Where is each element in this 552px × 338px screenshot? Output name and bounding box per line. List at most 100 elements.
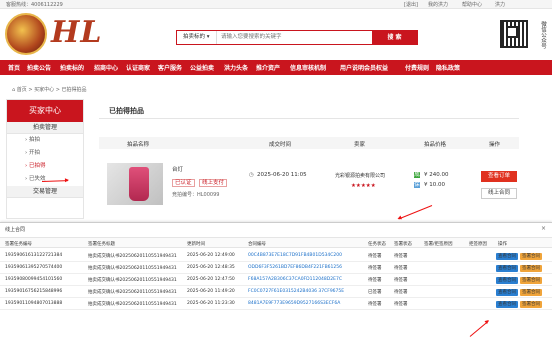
main-nav: 首页 拍卖公告 拍卖标的 招商中心 认证商家 客户服务 公益拍卖 洪力头条 推介… xyxy=(0,60,552,75)
search-category-select[interactable]: 拍卖标的 ▾ xyxy=(177,31,217,44)
close-icon[interactable]: × xyxy=(541,225,546,232)
nav-item-assets[interactable]: 推介资产 xyxy=(256,63,280,72)
contract-number[interactable]: 8481A7E9F773E9659D9527166S3ECF6A xyxy=(248,301,340,306)
sign-contract-button[interactable]: 签署合同 xyxy=(520,289,542,296)
site-logo[interactable]: HL xyxy=(5,11,101,57)
sidebar-item-open[interactable]: › 开拍 xyxy=(7,147,83,160)
task-id: 19359011094807013888 xyxy=(5,301,63,306)
sign-status: 待签署 xyxy=(394,254,408,259)
breadcrumb: ⌂ 首页 > 买家中心 > 已拍得拍品 xyxy=(12,87,87,93)
home-icon: ⌂ xyxy=(12,87,16,93)
deposit-amount: ¥ 10.00 xyxy=(424,182,445,188)
product-image[interactable] xyxy=(107,163,163,205)
clock-icon: ◷ xyxy=(249,172,254,178)
task-title: 拍卖成交确认书20250620110551949431 xyxy=(88,290,177,295)
sidebar-title: 买家中心 xyxy=(7,100,83,122)
contract-row: 19359080099454101560 拍卖成交确认书2025062011055… xyxy=(0,274,552,286)
sidebar-group-auction[interactable]: 拍卖管理 xyxy=(7,122,83,134)
my-account-link[interactable]: 我的洪力 xyxy=(428,1,448,8)
nav-item-headlines[interactable]: 洪力头条 xyxy=(224,63,248,72)
nav-item-charity[interactable]: 公益拍卖 xyxy=(190,63,214,72)
task-id: 19359061395270574400 xyxy=(5,265,63,270)
col-ops: 操作 xyxy=(498,242,507,247)
task-status: 待签署 xyxy=(368,254,382,259)
col-name: 拍品名称 xyxy=(127,142,150,148)
view-contract-button[interactable]: 查看合同 xyxy=(496,301,518,308)
col-price: 拍品价格 xyxy=(424,142,447,148)
nav-item-review[interactable]: 信息审核机制 xyxy=(290,63,326,72)
verified-tag: 已认证 xyxy=(172,179,195,187)
help-center-link[interactable]: 帮助中心 xyxy=(462,1,482,8)
task-id: 19359016756215848996 xyxy=(5,289,63,294)
sign-status: 待签署 xyxy=(394,302,408,307)
view-order-button[interactable]: 查看订单 xyxy=(481,171,517,182)
logo-text: HL xyxy=(51,15,103,50)
contract-number[interactable]: F68A157A2B306C37CA0FD112048D2E7C xyxy=(248,277,342,282)
task-title: 拍卖成交确认书20250620110551949431 xyxy=(88,266,177,271)
seller-rating-stars: ★★★★★ xyxy=(351,183,376,189)
nav-item-announcements[interactable]: 拍卖公告 xyxy=(27,63,51,72)
nav-item-fees[interactable]: 付费规则 xyxy=(405,63,429,72)
logout-link[interactable]: [退出] xyxy=(404,1,418,8)
col-task-id: 签署任务编号 xyxy=(5,242,32,247)
logo-emblem-icon xyxy=(5,13,47,55)
deal-time: 2025-06-20 11:05 xyxy=(257,172,307,178)
contract-table-header: 签署任务编号 签署任务标题 更新时间 合同编号 任务状态 签署状态 签署/拒签原… xyxy=(0,237,552,248)
sign-contract-button[interactable]: 签署合同 xyxy=(520,301,542,308)
col-time: 成交时间 xyxy=(269,142,292,148)
sidebar-item-won[interactable]: › 已拍得 xyxy=(7,160,83,173)
view-contract-button[interactable]: 查看合同 xyxy=(496,289,518,296)
task-id: 19359080099454101560 xyxy=(5,277,63,282)
contract-number[interactable]: 00C4B873E7E18C7D91FB4B01D534C200 xyxy=(248,253,342,258)
updated-time: 2025-06-20 12:47:50 xyxy=(187,277,235,282)
online-contract-button[interactable]: 线上合同 xyxy=(481,188,517,199)
site-header: HL 拍卖标的 ▾ 搜 索 微信公众号 xyxy=(0,9,552,59)
nav-item-service[interactable]: 客户服务 xyxy=(158,63,182,72)
nav-item-investment[interactable]: 招商中心 xyxy=(94,63,118,72)
table-header: 拍品名称 成交时间 卖家 拍品价格 操作 xyxy=(99,137,519,149)
col-task-status: 任务状态 xyxy=(368,242,386,247)
contract-dialog: 线上合同 × 签署任务编号 签署任务标题 更新时间 合同编号 任务状态 签署状态… xyxy=(0,222,552,338)
updated-time: 2025-06-20 11:49:20 xyxy=(187,289,235,294)
qr-caption: 微信公众号 xyxy=(540,21,546,49)
deposit-badge: 保 xyxy=(414,182,420,188)
won-lots-panel: 已拍得拍品 拍品名称 成交时间 卖家 拍品价格 操作 台灯 已认证 线上支付 竞… xyxy=(99,99,519,219)
sidebar-group-trade[interactable]: 交易管理 xyxy=(7,186,83,198)
hotline-text: 客服热线：4006112229 xyxy=(6,2,63,8)
lot-code: 竞拍编号：HL00099 xyxy=(172,192,220,198)
sidebar-item-expired[interactable]: › 已失效 xyxy=(7,173,83,186)
search-input[interactable] xyxy=(221,31,371,44)
panel-title-bar: 已拍得拍品 xyxy=(99,99,519,119)
sign-status: 待签署 xyxy=(394,278,408,283)
view-contract-button[interactable]: 查看合同 xyxy=(496,277,518,284)
task-title: 拍卖成交确认书20250620110551949431 xyxy=(88,278,177,283)
view-contract-button[interactable]: 查看合同 xyxy=(496,253,518,260)
sidebar-item-bidding[interactable]: › 拍拍 xyxy=(7,134,83,147)
search-bar: 拍卖标的 ▾ 搜 索 xyxy=(176,30,418,45)
contract-number[interactable]: ODD6F3F5261BD7EF86DB4F221FB61256 xyxy=(248,265,342,270)
contract-row: 19359061613122721384 拍卖成交确认书2025062011055… xyxy=(0,250,552,262)
contract-number[interactable]: FC0C0727F61E0315242B4036 37CF9675E xyxy=(248,289,344,294)
nav-item-privacy[interactable]: 隐私政策 xyxy=(436,63,460,72)
task-status: 待签署 xyxy=(368,278,382,283)
nav-item-lots[interactable]: 拍卖标的 xyxy=(60,63,84,72)
sign-contract-button[interactable]: 签署合同 xyxy=(520,253,542,260)
nav-item-home[interactable]: 首页 xyxy=(8,63,20,72)
sidebar: 买家中心 拍卖管理 › 拍拍 › 开拍 › 已拍得 › 已失效 交易管理 xyxy=(6,99,84,219)
brand-link[interactable]: 洪力 xyxy=(495,1,505,8)
sign-contract-button[interactable]: 签署合同 xyxy=(520,277,542,284)
search-button[interactable]: 搜 索 xyxy=(372,31,417,44)
contract-row: 19359061395270574400 拍卖成交确认书2025062011055… xyxy=(0,262,552,274)
qr-code-icon xyxy=(500,20,528,48)
task-status: 待签署 xyxy=(368,302,382,307)
seller-name[interactable]: 光彩银源拍卖有限公司 xyxy=(335,172,385,179)
sign-status: 待签署 xyxy=(394,266,408,271)
sign-contract-button[interactable]: 签署合同 xyxy=(520,265,542,272)
product-name[interactable]: 台灯 xyxy=(172,165,183,173)
updated-time: 2025-06-20 12:48:35 xyxy=(187,265,235,270)
nav-item-membership[interactable]: 用户说明会员权益 xyxy=(340,63,388,72)
updated-time: 2025-06-20 11:23:30 xyxy=(187,301,235,306)
deal-price-badge: 成 xyxy=(414,172,420,178)
view-contract-button[interactable]: 查看合同 xyxy=(496,265,518,272)
nav-item-merchants[interactable]: 认证商家 xyxy=(126,63,150,72)
